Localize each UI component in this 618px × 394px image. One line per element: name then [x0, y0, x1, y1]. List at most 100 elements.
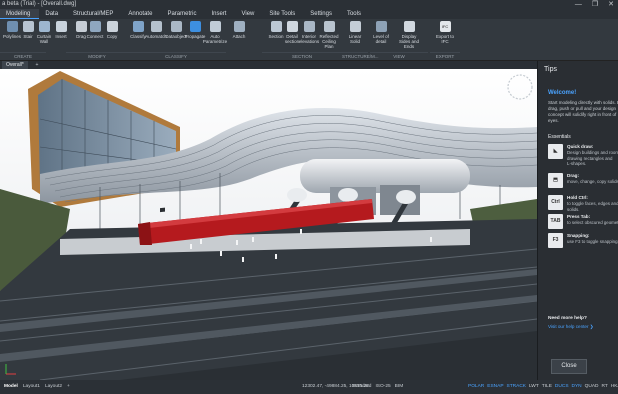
layout-tab-add[interactable]: +: [67, 380, 70, 394]
tab-tools[interactable]: Tools: [341, 9, 370, 19]
auto-parametrize-button[interactable]: Auto Parametrize: [202, 21, 228, 44]
auto-parametrize-icon: [209, 21, 221, 32]
tip-snapping: F3 Snapping: use F3 to toggle snapping.: [548, 233, 618, 255]
automatch-icon: [150, 21, 162, 32]
quick-draw-icon: ◣: [548, 144, 563, 159]
export-ifc-icon: IFC: [439, 21, 451, 32]
display-sides-and-ends-button[interactable]: Display Sides and Ends: [398, 21, 420, 49]
toggle-ducs[interactable]: DUCS: [555, 380, 569, 394]
toggle-quad[interactable]: QUAD: [585, 380, 599, 394]
toggle-polar[interactable]: POLAR: [468, 380, 484, 394]
minimize-button[interactable]: —: [575, 0, 582, 9]
maximize-button[interactable]: ❐: [592, 0, 598, 9]
station-render: [0, 69, 537, 380]
ribbon-label: Insert: [55, 34, 67, 39]
reflected-ceiling-plan-button[interactable]: Reflected Ceiling Plan: [318, 21, 340, 49]
attach-icon: [233, 21, 245, 32]
toggle-strack[interactable]: STRACK: [507, 380, 526, 394]
linear-solid-icon: [349, 21, 361, 32]
toggle-dyn[interactable]: DYN: [572, 380, 582, 394]
ribbon-group-modify: MODIFY: [66, 52, 128, 60]
welcome-heading: Welcome!: [548, 90, 577, 96]
automatch-button[interactable]: Automatch: [145, 21, 167, 39]
tip-quick-draw: ◣ Quick draw: Design buildings and room dr…: [548, 144, 618, 166]
tab-view[interactable]: View: [235, 9, 263, 19]
tips-title: Tips: [544, 66, 557, 73]
interior-elevations-button[interactable]: Interior elevations: [298, 21, 320, 44]
attach-button[interactable]: Attach: [228, 21, 250, 39]
ribbon-label: Auto Parametrize: [202, 34, 228, 44]
copy-icon: [106, 21, 118, 32]
toggle-hka[interactable]: HKA: [611, 380, 618, 394]
status-standard[interactable]: Standard: [352, 380, 371, 394]
propagate-icon: [189, 21, 201, 32]
level-of-detail-button[interactable]: Level of detail: [370, 21, 392, 44]
toggle-esnap[interactable]: ESNAP: [487, 380, 503, 394]
ribbon-group-classify: CLASSIFY: [126, 52, 226, 60]
add-document-button[interactable]: +: [33, 61, 41, 69]
document-tab[interactable]: Overall*: [2, 61, 28, 69]
tip-description: Design buildings and room drawing rectan…: [567, 150, 618, 166]
tab-modeling[interactable]: Modeling: [0, 9, 40, 19]
tab-parametric[interactable]: Parametric: [161, 9, 205, 19]
tab-annotate[interactable]: Annotate: [122, 9, 161, 19]
status-bar: Model Layout1 Layout2 + 12302.47, -49884.25…: [0, 380, 618, 394]
window-controls: — ❐ ✕: [575, 0, 614, 9]
tip-title: Quick draw:: [567, 144, 594, 149]
toggle-tile[interactable]: TILE: [542, 380, 552, 394]
toggle-rt[interactable]: RT: [602, 380, 608, 394]
document-tab-bar: Overall* +: [0, 61, 537, 69]
status-iso-25[interactable]: ISO-25: [375, 380, 390, 394]
tip-drag: ⬒ Drag: move, change, copy solids.: [548, 173, 618, 195]
tip-title: Snapping:: [567, 233, 590, 238]
layout-tab-model[interactable]: Model: [4, 380, 18, 394]
linear-solid-button[interactable]: Linear Solid: [344, 21, 366, 44]
tab-site-tools[interactable]: Site Tools: [263, 9, 304, 19]
ribbon-group-section: SECTION: [262, 52, 342, 60]
layout-tabs: Model Layout1 Layout2 +: [4, 380, 70, 394]
classify-icon: [132, 21, 144, 32]
ribbon-label: Automatch: [145, 34, 167, 39]
tab-key-icon: TAB: [548, 214, 563, 229]
help-center-link[interactable]: Visit our help center ❯: [548, 324, 594, 330]
export-to-ifc-button[interactable]: IFC Export to IFC: [434, 21, 456, 44]
close-tips-button[interactable]: Close: [551, 359, 587, 374]
connect-icon: [89, 21, 101, 32]
tip-title: Press Tab:: [567, 214, 591, 219]
tab-insert[interactable]: Insert: [205, 9, 235, 19]
insert-button[interactable]: Insert: [50, 21, 72, 39]
tip-description: to toggle faces, edges and solids.: [567, 201, 618, 212]
ribbon-label: Reflected Ceiling Plan: [319, 34, 339, 49]
curtain-wall-icon: [38, 21, 50, 32]
layout-tab-layout1[interactable]: Layout1: [23, 380, 40, 394]
welcome-text: Start modeling directly with solids. B d…: [548, 100, 618, 123]
layout-tab-layout2[interactable]: Layout2: [45, 380, 62, 394]
tab-settings[interactable]: Settings: [304, 9, 341, 19]
ribbon-label: Export to IFC: [435, 34, 454, 44]
title-bar: a beta (Trial) - [Overall.dwg] — ❐ ✕: [0, 0, 618, 9]
ribbon-group-export: EXPORT: [430, 52, 460, 60]
ribbon-label: Attach: [232, 34, 246, 39]
detail-section-icon: [286, 21, 298, 32]
insert-icon: [55, 21, 67, 32]
toggle-lwt[interactable]: LWT: [529, 380, 539, 394]
ribbon-group-create: CREATE: [0, 52, 46, 60]
status-toggles: POLARESNAP STRACKLWTTILEDUCSDYNQUADRTHKA: [468, 380, 618, 394]
tip-title: Drag:: [567, 173, 579, 178]
ribbon-group-view: VIEW: [370, 52, 428, 60]
help-heading: Need more help?: [548, 316, 587, 321]
model-viewport[interactable]: [0, 69, 537, 380]
tip-title: Hold Ctrl:: [567, 195, 588, 200]
ribbon-group-structure-m: STRUCTURE/M...: [342, 52, 379, 59]
close-window-button[interactable]: ✕: [608, 0, 614, 9]
ribbon-label: Interior elevations: [298, 34, 320, 44]
polylines-icon: [6, 21, 18, 32]
interior-elevations-icon: [303, 21, 315, 32]
status-bim[interactable]: BIM: [395, 380, 404, 394]
tip-description: move, change, copy solids.: [567, 179, 618, 184]
ribbon: Polylines Stair Curtain Wall Insert Drag Conn…: [0, 19, 618, 61]
tab-structural-mep[interactable]: Structural/MEP: [67, 9, 122, 19]
tab-data[interactable]: Data: [39, 9, 67, 19]
copy-button[interactable]: Copy: [101, 21, 123, 39]
tips-panel: Tips Welcome! Start modeling directly wi…: [537, 61, 618, 380]
